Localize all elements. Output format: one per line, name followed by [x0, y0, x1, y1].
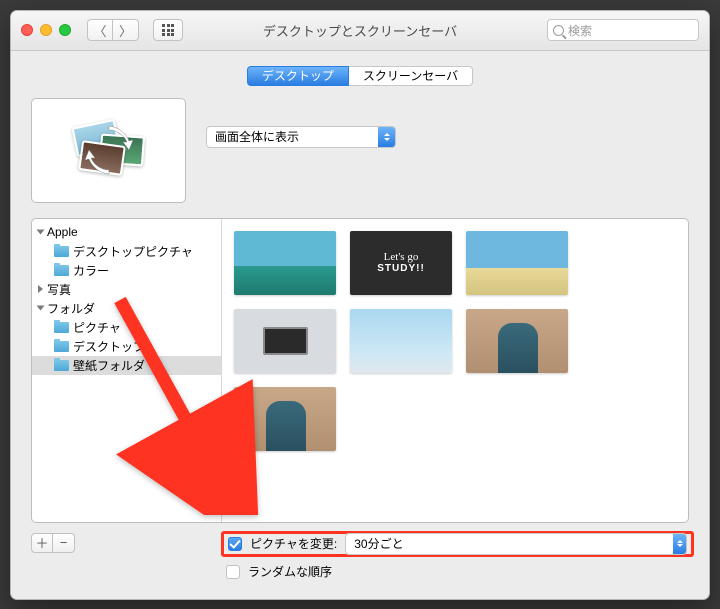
dropdown-arrows-icon [378, 127, 395, 147]
minimize-button[interactable] [40, 24, 52, 36]
add-folder-button[interactable]: ＋ [31, 533, 53, 553]
bottom-controls: ＋ − ピクチャを変更: 30分ごと ランダムな順序 [11, 523, 709, 599]
wallpaper-thumbnail[interactable] [234, 309, 336, 373]
window-title: デスクトップとスクリーンセーバ [263, 21, 457, 40]
tab-bar: デスクトップ スクリーンセーバ [11, 51, 709, 98]
search-icon [553, 25, 564, 36]
rotating-wallpaper-icon [74, 115, 144, 185]
folder-icon [54, 322, 69, 333]
random-order-checkbox[interactable] [226, 565, 240, 579]
tab-screensaver[interactable]: スクリーンセーバ [349, 66, 473, 86]
add-remove-buttons: ＋ − [31, 533, 75, 553]
window-controls [21, 24, 71, 36]
upper-section: 画面全体に表示 [11, 98, 709, 218]
disclosure-triangle-icon [37, 230, 45, 235]
interval-value: 30分ごと [354, 535, 403, 552]
chevron-left-icon: 〈 [93, 21, 106, 40]
zoom-button[interactable] [59, 24, 71, 36]
forward-button[interactable]: 〉 [113, 19, 139, 41]
random-order-label: ランダムな順序 [248, 563, 332, 580]
folder-icon [54, 265, 69, 276]
wallpaper-thumbnail[interactable]: Let's goSTUDY!! [350, 231, 452, 295]
folder-icon [54, 246, 69, 257]
wallpaper-thumbnail[interactable] [466, 309, 568, 373]
wallpaper-thumbnail[interactable] [234, 387, 336, 451]
wallpaper-thumbnail[interactable] [350, 309, 452, 373]
chevron-right-icon: 〉 [119, 21, 132, 40]
change-picture-row: ピクチャを変更: 30分ごと [221, 531, 694, 557]
fit-mode-select[interactable]: 画面全体に表示 [206, 126, 396, 148]
sidebar-group-apple[interactable]: Apple [32, 223, 221, 242]
close-button[interactable] [21, 24, 33, 36]
grid-icon [162, 24, 174, 36]
disclosure-triangle-icon [37, 306, 45, 311]
folder-icon [54, 360, 69, 371]
sidebar-item-pictures[interactable]: ピクチャ [32, 318, 221, 337]
wallpaper-preview [31, 98, 186, 203]
interval-select[interactable]: 30分ごと [345, 533, 687, 555]
change-picture-label: ピクチャを変更: [250, 535, 337, 552]
sidebar-item-colors[interactable]: カラー [32, 261, 221, 280]
search-placeholder: 検索 [568, 22, 592, 39]
change-picture-checkbox[interactable] [228, 537, 242, 551]
nav-buttons: 〈 〉 [87, 19, 139, 41]
sidebar-group-photos[interactable]: 写真 [32, 280, 221, 299]
back-button[interactable]: 〈 [87, 19, 113, 41]
source-sidebar[interactable]: Apple デスクトップピクチャ カラー 写真 フォルダ ピクチャ デスクトップ… [32, 219, 222, 522]
preferences-window: 〈 〉 デスクトップとスクリーンセーバ 検索 デスクトップ スクリーンセーバ [10, 10, 710, 600]
random-order-row: ランダムな順序 [226, 559, 689, 585]
titlebar: 〈 〉 デスクトップとスクリーンセーバ 検索 [11, 11, 709, 51]
tab-desktop[interactable]: デスクトップ [247, 66, 349, 86]
thumbnail-grid: Let's goSTUDY!! [222, 219, 688, 522]
show-all-button[interactable] [153, 19, 183, 41]
sidebar-group-folders[interactable]: フォルダ [32, 299, 221, 318]
disclosure-triangle-icon [38, 285, 43, 293]
fit-mode-value: 画面全体に表示 [215, 128, 299, 145]
wallpaper-thumbnail[interactable] [466, 231, 568, 295]
wallpaper-thumbnail[interactable] [234, 231, 336, 295]
folder-icon [54, 341, 69, 352]
sidebar-item-desktop-pictures[interactable]: デスクトップピクチャ [32, 242, 221, 261]
search-field[interactable]: 検索 [547, 19, 699, 41]
lower-section: Apple デスクトップピクチャ カラー 写真 フォルダ ピクチャ デスクトップ… [31, 218, 689, 523]
sidebar-item-desktop-folder[interactable]: デスクトップ [32, 337, 221, 356]
sidebar-item-wallpaper-folder[interactable]: 壁紙フォルダ [32, 356, 221, 375]
remove-folder-button[interactable]: − [53, 533, 75, 553]
dropdown-arrows-icon [673, 534, 686, 554]
